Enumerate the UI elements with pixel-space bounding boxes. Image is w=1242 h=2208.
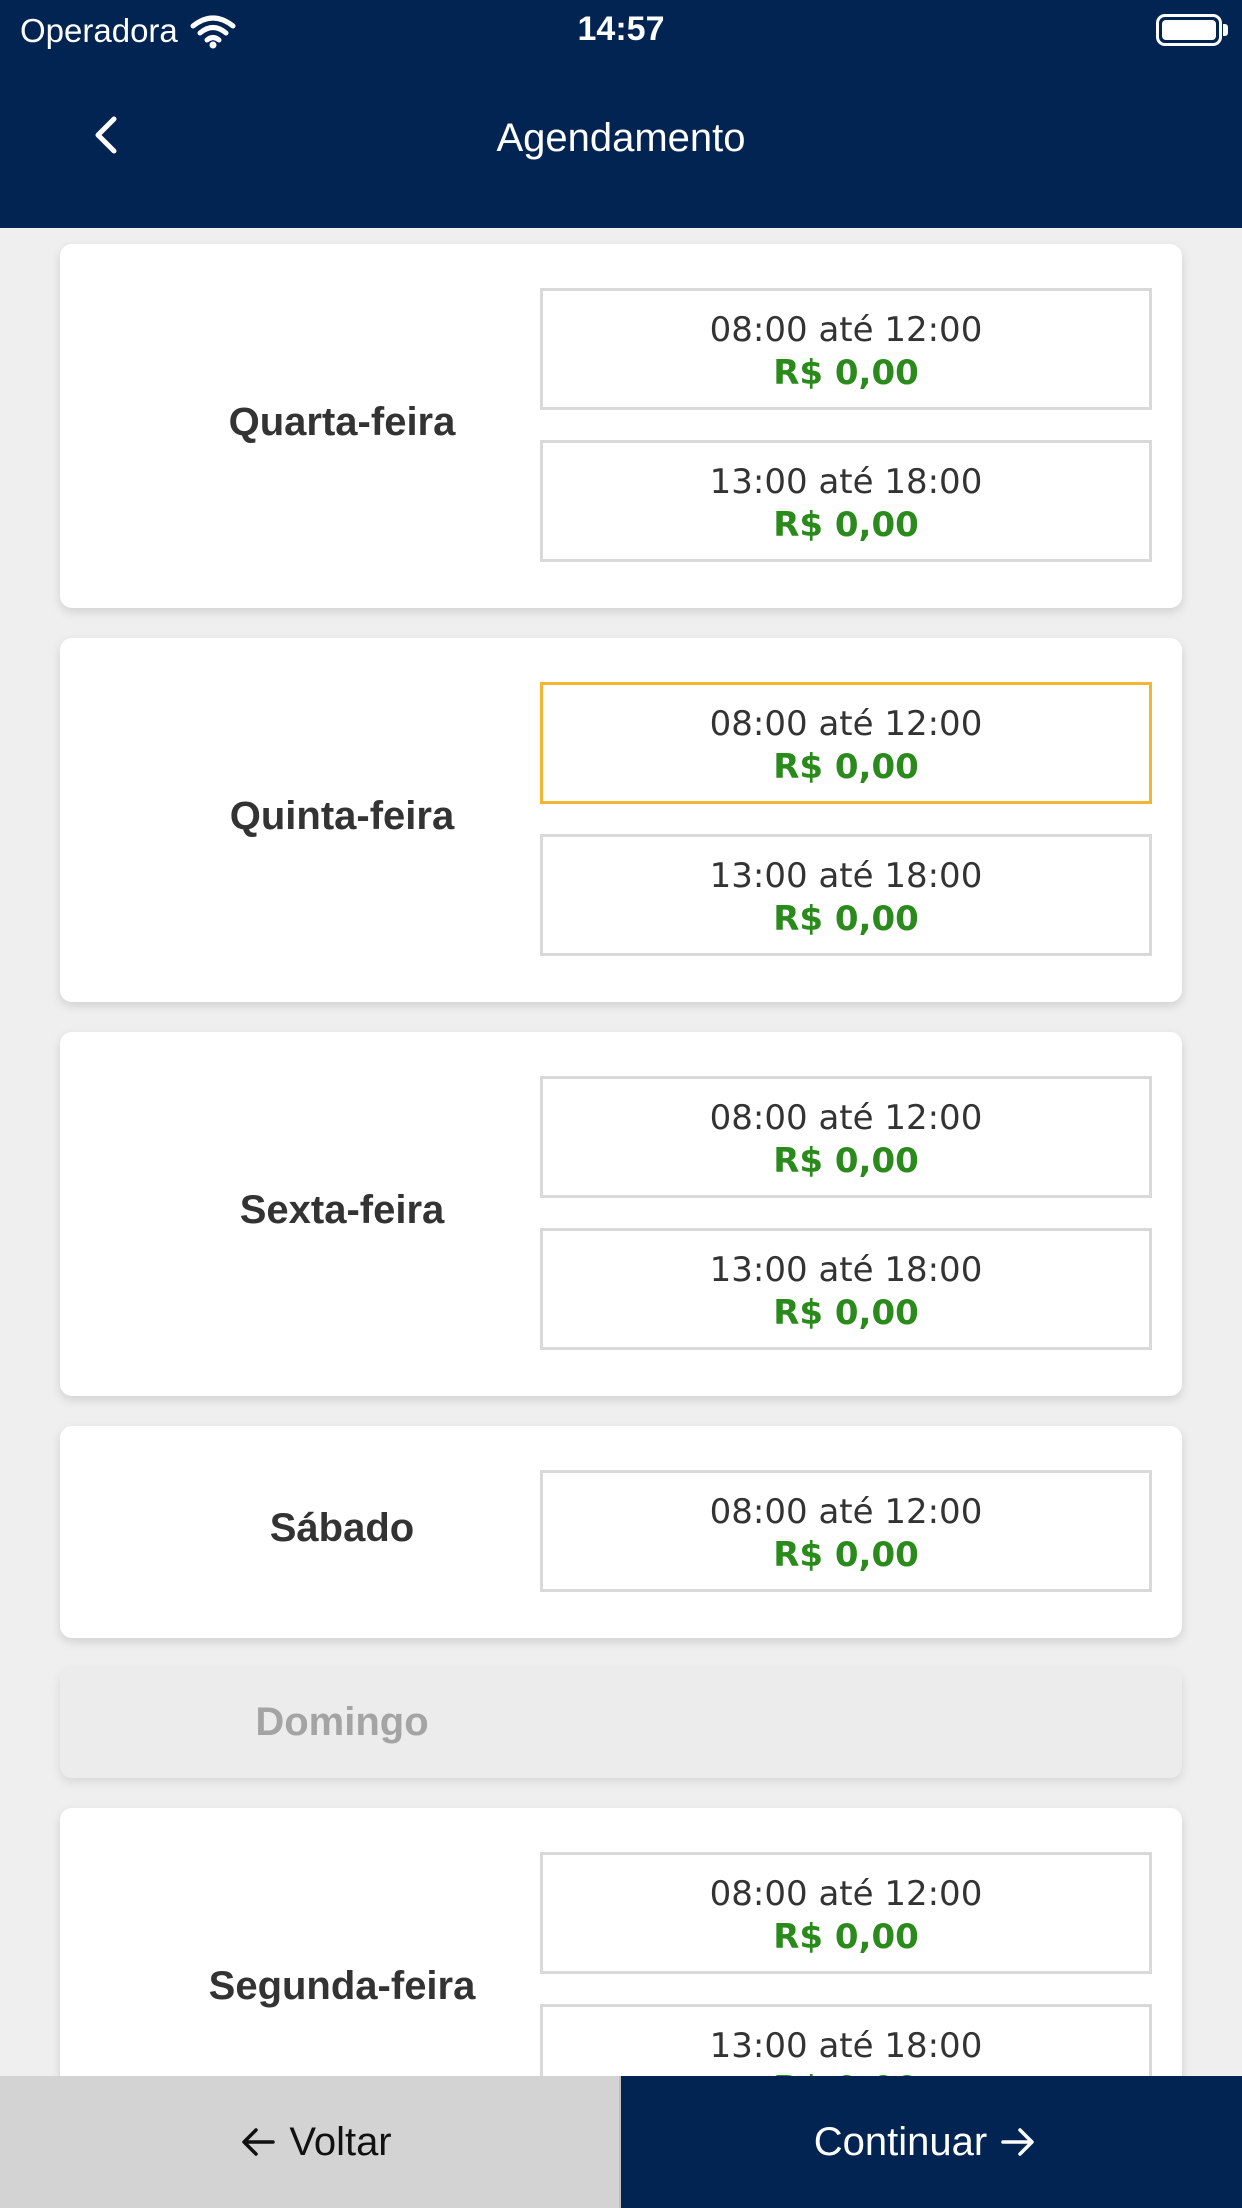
arrow-left-icon [242,2128,276,2156]
slot-time: 08:00 até 12:00 [709,704,983,744]
footer-actions: Voltar Continuar [0,2076,1242,2208]
battery-icon [1156,14,1222,46]
slot-time: 08:00 até 12:00 [709,1874,983,1914]
day-name: Domingo [255,1700,429,1744]
page-title: Agendamento [496,116,746,160]
time-slot[interactable]: 13:00 até 18:00 R$ 0,00 [540,1228,1152,1350]
battery-tip [1223,24,1228,36]
day-card-domingo: Domingo [60,1668,1182,1778]
time-slot[interactable]: 13:00 até 18:00 R$ 0,00 [540,440,1152,562]
status-time: 14:57 [577,10,665,48]
slot-price: R$ 0,00 [773,1293,919,1333]
slot-time: 08:00 até 12:00 [709,1098,983,1138]
slot-time: 08:00 até 12:00 [709,310,983,350]
navigation-bar: Agendamento [0,62,1242,228]
time-slot[interactable]: 08:00 até 12:00 R$ 0,00 [540,288,1152,410]
day-card-segunda: Segunda-feira 08:00 até 12:00 R$ 0,00 13… [60,1808,1182,2076]
time-slot[interactable]: 08:00 até 12:00 R$ 0,00 [540,1852,1152,1974]
slot-price: R$ 0,00 [773,1917,919,1957]
slot-time: 08:00 até 12:00 [709,1492,983,1532]
slot-time: 13:00 até 18:00 [709,2026,983,2066]
back-button[interactable]: Voltar [0,2076,621,2208]
slot-price: R$ 0,00 [773,1535,919,1575]
time-slot[interactable]: 08:00 até 12:00 R$ 0,00 [540,1470,1152,1592]
slot-price: R$ 0,00 [773,505,919,545]
continue-button[interactable]: Continuar [621,2076,1242,2208]
time-slot[interactable]: 13:00 até 18:00 R$ 0,00 [540,2004,1152,2076]
slot-time: 13:00 até 18:00 [709,1250,983,1290]
slot-price: R$ 0,00 [773,353,919,393]
slot-price: R$ 0,00 [773,1141,919,1181]
schedule-list[interactable]: Quarta-feira 08:00 até 12:00 R$ 0,00 13:… [0,228,1242,2076]
time-slot[interactable]: 08:00 até 12:00 R$ 0,00 [540,1076,1152,1198]
slot-price: R$ 0,00 [543,2067,1149,2076]
day-card-quarta: Quarta-feira 08:00 até 12:00 R$ 0,00 13:… [60,244,1182,608]
slot-price: R$ 0,00 [773,899,919,939]
back-button-label: Voltar [289,2119,392,2164]
slot-time: 13:00 até 18:00 [709,856,983,896]
slot-time: 13:00 até 18:00 [709,462,983,502]
status-bar: Operadora 14:57 [0,0,1242,62]
day-card-quinta: Quinta-feira 08:00 até 12:00 R$ 0,00 13:… [60,638,1182,1002]
slot-price: R$ 0,00 [773,747,919,787]
time-slot-selected[interactable]: 08:00 até 12:00 R$ 0,00 [540,682,1152,804]
continue-button-label: Continuar [813,2119,988,2164]
arrow-right-icon [1001,2128,1034,2156]
day-card-sabado: Sábado 08:00 até 12:00 R$ 0,00 [60,1426,1182,1638]
day-card-sexta: Sexta-feira 08:00 até 12:00 R$ 0,00 13:0… [60,1032,1182,1396]
time-slot[interactable]: 13:00 até 18:00 R$ 0,00 [540,834,1152,956]
